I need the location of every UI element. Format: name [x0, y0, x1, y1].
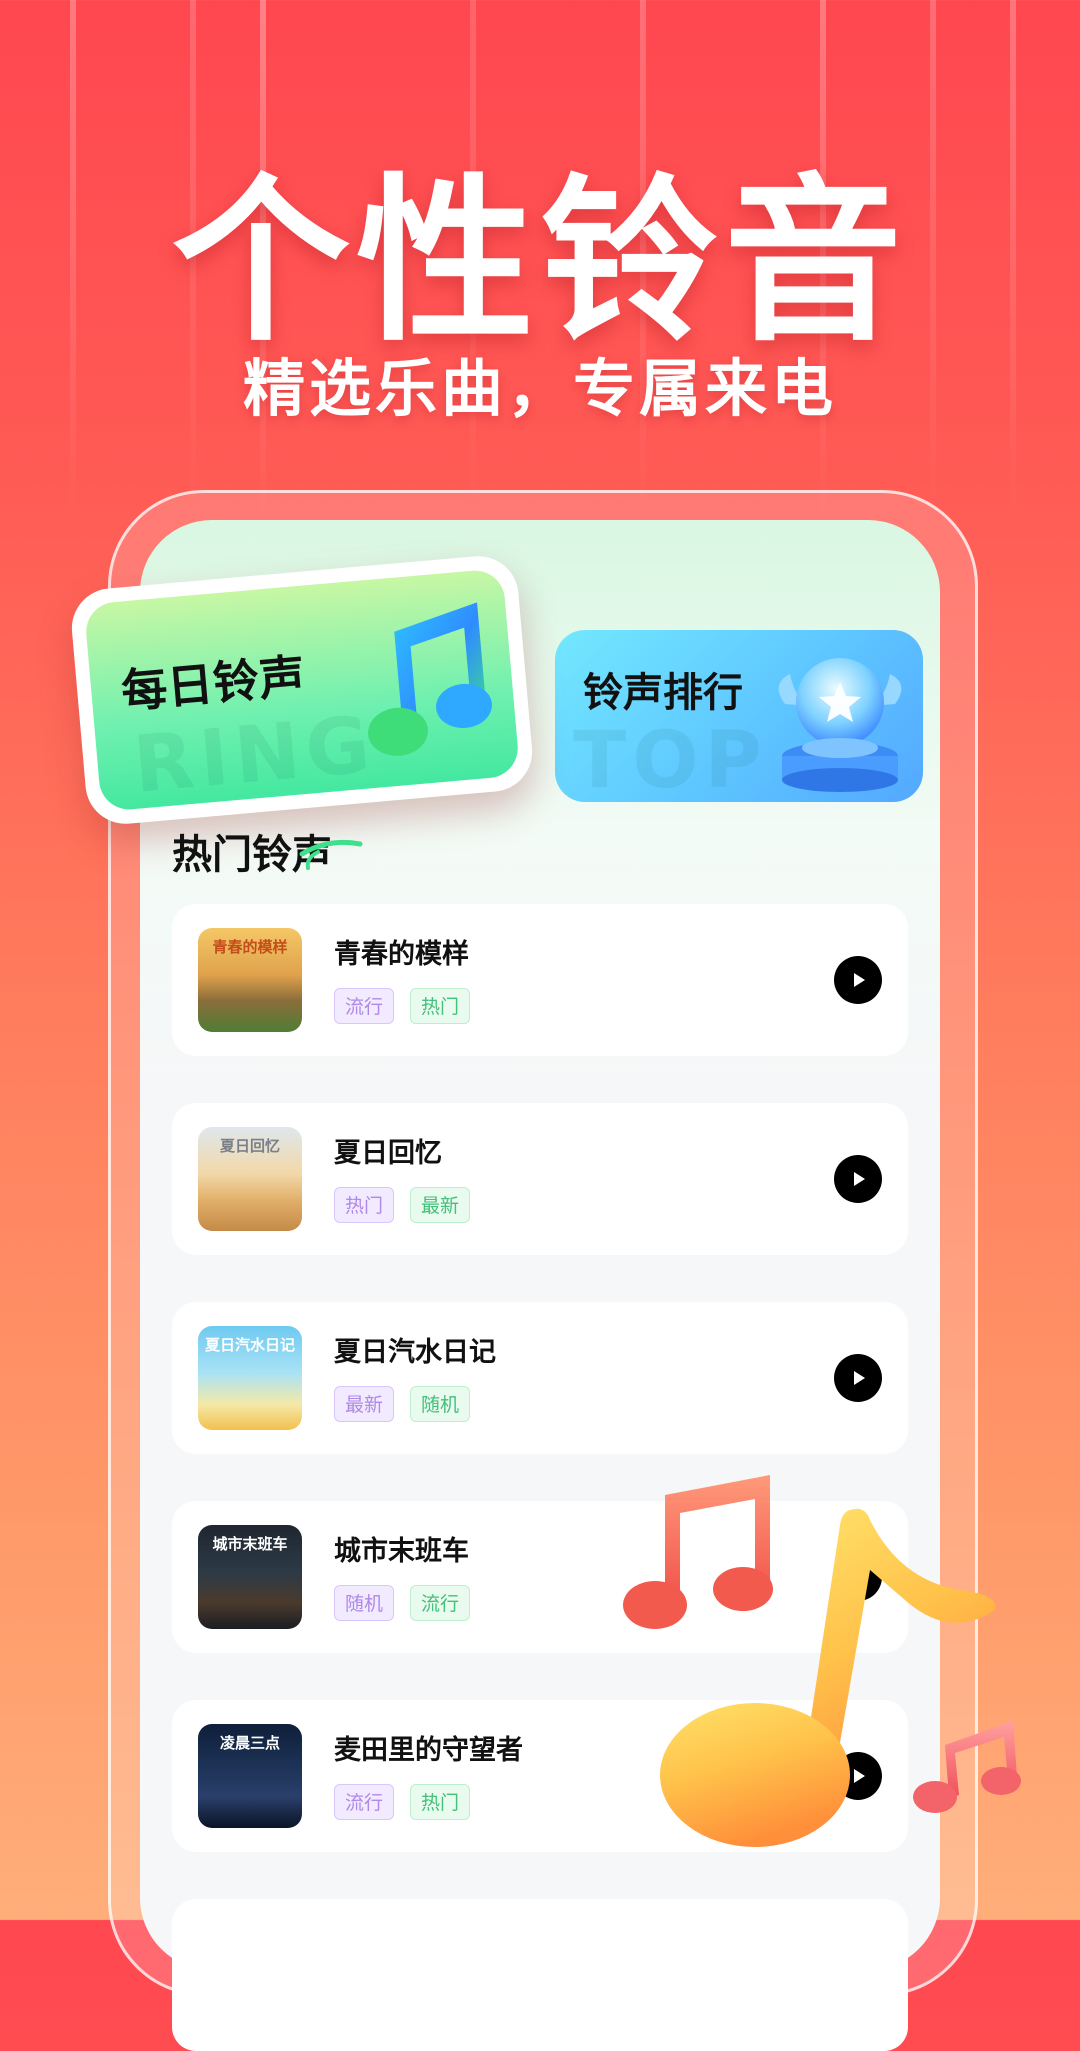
play-button[interactable]	[834, 1155, 882, 1203]
song-tag: 流行	[334, 988, 395, 1024]
play-button[interactable]	[834, 956, 882, 1004]
trophy-icon	[778, 658, 902, 792]
daily-ringtone-card[interactable]: RING 每日铃声	[68, 552, 536, 828]
song-row[interactable]: 青春的模样 青春的模样 流行 热门	[172, 904, 908, 1056]
song-tag: 随机	[334, 1585, 395, 1621]
song-name: 夏日汽水日记	[334, 1337, 496, 1368]
song-tag: 最新	[334, 1386, 395, 1422]
song-row[interactable]	[172, 1899, 908, 2051]
song-tag: 热门	[410, 1784, 471, 1820]
song-row[interactable]: 夏日汽水日记 夏日汽水日记 最新 随机	[172, 1302, 908, 1454]
cover-caption: 凌晨三点	[219, 1734, 280, 1752]
song-tag: 热门	[334, 1187, 395, 1223]
hero-subtitle: 精选乐曲，专属来电	[242, 352, 837, 425]
swoosh-decoration	[299, 839, 363, 870]
cover-caption: 夏日汽水日记	[204, 1336, 295, 1354]
song-tag: 热门	[410, 988, 471, 1024]
ringtone-ranking-card[interactable]: TOP 铃声排行	[555, 630, 923, 802]
song-cover: 凌晨三点	[198, 1724, 302, 1828]
cover-caption: 青春的模样	[212, 938, 288, 956]
cover-caption: 夏日回忆	[219, 1137, 280, 1155]
ranking-watermark: TOP	[573, 716, 768, 802]
cover-caption: 城市末班车	[212, 1535, 288, 1553]
song-name: 青春的模样	[334, 939, 469, 970]
ringtone-ranking-title: 铃声排行	[583, 670, 743, 716]
song-name: 麦田里的守望者	[334, 1735, 523, 1766]
music-note-icon	[368, 602, 492, 756]
song-cover: 青春的模样	[198, 928, 302, 1032]
song-tag: 流行	[334, 1784, 395, 1820]
double-music-note-icon	[913, 1721, 1021, 1813]
song-cover: 夏日汽水日记	[198, 1326, 302, 1430]
song-name: 城市末班车	[334, 1536, 469, 1567]
play-button[interactable]	[834, 1354, 882, 1402]
song-cover: 夏日回忆	[198, 1127, 302, 1231]
song-cover: 城市末班车	[198, 1525, 302, 1629]
song-name: 夏日回忆	[334, 1138, 442, 1169]
song-tag: 随机	[410, 1386, 471, 1422]
song-row[interactable]: 夏日回忆 夏日回忆 热门 最新	[172, 1103, 908, 1255]
hero-title: 个性铃音	[172, 158, 908, 365]
song-tag: 流行	[410, 1585, 471, 1621]
play-icon	[854, 973, 865, 987]
song-tag: 最新	[410, 1187, 471, 1223]
play-icon	[854, 1172, 865, 1186]
play-icon	[854, 1371, 865, 1385]
